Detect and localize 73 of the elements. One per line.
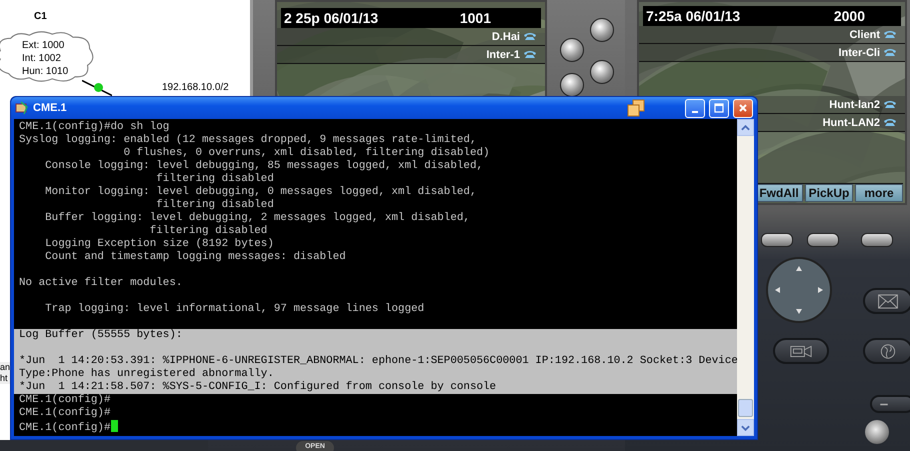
line-button[interactable]	[590, 60, 614, 84]
cloud-label: Int: 1002	[22, 52, 62, 65]
phone-extension: 1001	[460, 10, 491, 26]
handset-icon	[523, 50, 537, 59]
partial-label: an	[0, 362, 10, 373]
scroll-thumb[interactable]	[738, 399, 753, 417]
handset-icon	[883, 48, 897, 57]
handset-icon	[523, 32, 537, 41]
window-title: CME.1	[33, 102, 68, 114]
handset-icon	[883, 30, 897, 39]
terminal-line: CME.1(config)#	[18, 420, 737, 435]
cloud-label: Ext: 1000	[22, 39, 66, 52]
phone-time: 2 25p 06/01/13	[284, 10, 378, 26]
windows-icon[interactable]	[627, 99, 645, 117]
terminal-line: Syslog logging: enabled (12 messages dropped, 9 messages rate-limited,	[18, 134, 478, 147]
maximize-icon	[714, 103, 724, 113]
softkey-button[interactable]	[761, 233, 793, 247]
terminal-line: filtering disabled	[155, 199, 275, 212]
minus-icon	[880, 403, 888, 406]
terminal-line: filtering disabled	[148, 225, 268, 238]
handset-icon	[883, 100, 897, 109]
terminal-line: Count and timestamp logging messages: disabled	[44, 251, 347, 264]
services-button[interactable]	[863, 338, 910, 364]
messages-button[interactable]	[863, 288, 910, 314]
terminal-line: 0 flushes, 0 overruns, xml disabled, filtering disabled)	[122, 147, 491, 160]
line-label: Inter-Cli	[838, 46, 880, 58]
link-status-dot	[94, 83, 103, 92]
terminal-app-icon	[15, 101, 29, 115]
line-button[interactable]	[560, 73, 584, 97]
softkey-button[interactable]: FwdAll	[755, 184, 803, 202]
scrollbar[interactable]	[737, 119, 754, 436]
line-label: Inter-1	[486, 48, 520, 60]
terminal-line: Monitor logging: level debugging, 0 messages logged, xml disabled,	[44, 186, 478, 199]
close-icon	[738, 103, 748, 113]
partial-label: ht	[0, 373, 9, 384]
cloud-title: C1	[34, 11, 47, 22]
terminal-line: CME.1(config)#	[18, 394, 112, 407]
phone-extension: 2000	[834, 8, 865, 24]
close-button[interactable]	[733, 98, 753, 118]
softkey-button[interactable]	[807, 233, 839, 247]
maximize-button[interactable]	[709, 98, 729, 118]
round-button[interactable]	[865, 420, 889, 444]
line-label: Hunt-LAN2	[822, 116, 880, 128]
terminal-line: No active filter modules.	[18, 277, 184, 290]
softkey-button[interactable]	[861, 233, 893, 247]
line-label: Hunt-lan2	[829, 98, 880, 110]
navigation-pad[interactable]	[766, 257, 832, 323]
terminal-line: Console logging: level debugging, 85 messages logged, xml disabled,	[44, 160, 484, 173]
scroll-up-button[interactable]	[737, 119, 754, 136]
terminal-line: CME.1(config)#	[18, 407, 112, 420]
softkey-button[interactable]: PickUp	[805, 184, 853, 202]
video-camera-icon	[790, 344, 812, 358]
terminal-line: Buffer logging: level debugging, 2 messages logged, xml disabled,	[44, 212, 471, 225]
terminal-line: Trap logging: level informational, 97 message lines logged	[44, 303, 426, 316]
envelope-icon	[877, 294, 899, 308]
video-button[interactable]	[773, 338, 829, 364]
line-button[interactable]	[590, 18, 614, 42]
softkey-button[interactable]: more	[855, 184, 903, 202]
minimize-icon	[692, 110, 698, 112]
network-link	[82, 80, 112, 96]
network-label: 192.168.10.0/2	[162, 82, 229, 93]
handset-icon	[883, 118, 897, 127]
line-label: D.Hai	[492, 30, 520, 42]
phone-time: 7:25a 06/01/13	[646, 8, 740, 24]
line-button[interactable]	[560, 38, 584, 62]
terminal-line: Logging Exception size (8192 bytes)	[44, 238, 275, 251]
cloud-label: Hun: 1010	[22, 65, 68, 78]
minimize-button[interactable]	[685, 98, 705, 118]
terminal-line: filtering disabled	[155, 173, 275, 186]
terminal-line: CME.1(config)#do sh log	[18, 121, 170, 134]
line-label: Client	[849, 28, 880, 40]
volume-button[interactable]	[870, 395, 910, 413]
scroll-down-button[interactable]	[737, 419, 754, 436]
